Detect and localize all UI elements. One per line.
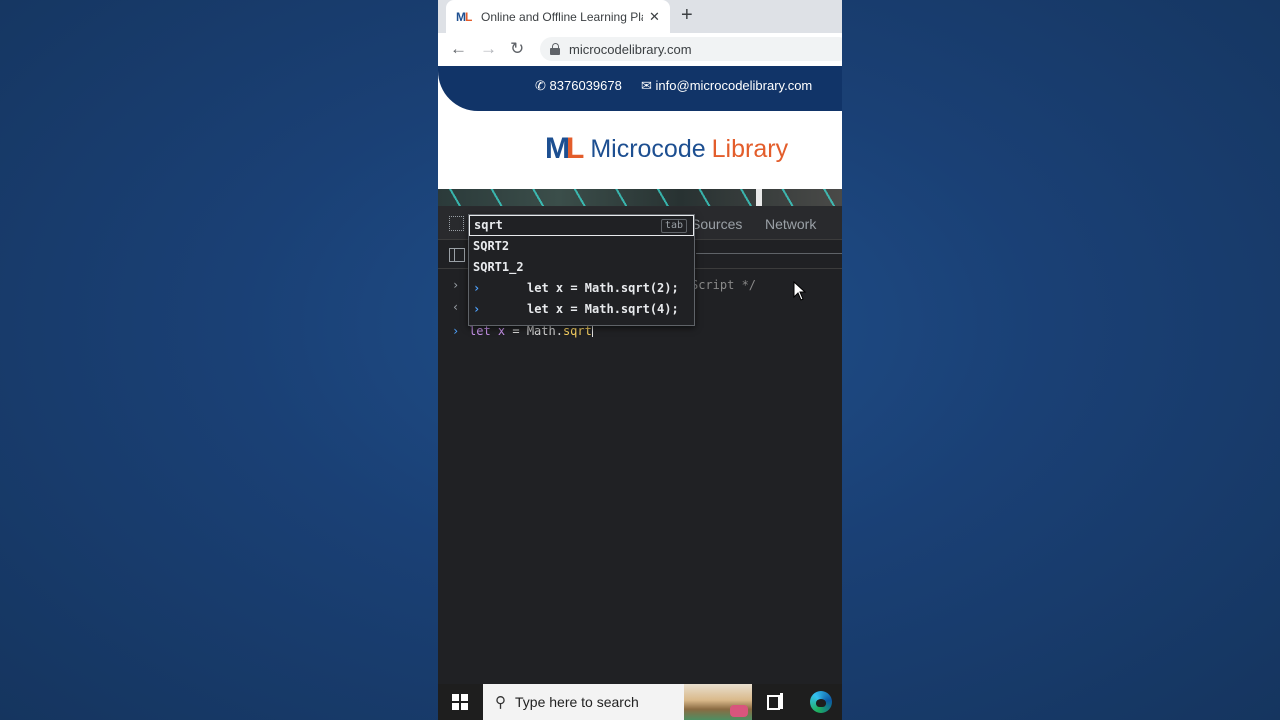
tab-sources[interactable]: Sources	[691, 216, 742, 232]
windows-start-icon[interactable]	[452, 694, 468, 710]
forward-icon[interactable]: →	[480, 39, 497, 59]
tab-favicon-icon: ML	[456, 9, 472, 24]
chevron-right-icon: ›	[452, 324, 460, 338]
logo-text-microcode: Microcode	[590, 134, 706, 163]
logo-text-library: Library	[711, 134, 789, 163]
chevron-right-icon: ›	[473, 302, 481, 316]
chevron-left-icon: ‹	[452, 300, 460, 314]
edge-browser-icon[interactable]	[810, 691, 832, 713]
windows-taskbar: ⚲ Type here to search	[438, 684, 842, 720]
chevron-right-icon: ›	[473, 281, 481, 295]
chevron-right-icon: ›	[452, 278, 460, 292]
autocomplete-item-sqrt1-2[interactable]: SQRT1_2	[469, 257, 694, 278]
phone-icon: ✆	[535, 78, 546, 93]
tab-title: Online and Offline Learning Platf	[481, 9, 643, 24]
mail-icon: ✉	[641, 78, 652, 93]
inspect-element-icon[interactable]	[449, 216, 464, 231]
email-link[interactable]: ✉ info@microcodelibrary.com	[641, 78, 812, 94]
search-highlight-image	[684, 684, 752, 720]
search-icon: ⚲	[495, 694, 506, 711]
browser-toolbar: ← → ↻ microcodelibrary.com	[438, 33, 842, 66]
tab-network[interactable]: Network	[765, 216, 816, 232]
back-icon[interactable]: ←	[450, 39, 467, 59]
search-placeholder: Type here to search	[515, 694, 639, 710]
task-view-icon[interactable]	[767, 693, 783, 710]
console-filter-input[interactable]	[696, 253, 842, 254]
taskbar-search-box[interactable]: ⚲ Type here to search	[483, 684, 752, 720]
browser-tabstrip: ML Online and Offline Learning Platf ✕ +	[438, 0, 842, 33]
contact-bar: ✆ 8376039678 ✉ info@microcodelibrary.com	[438, 66, 842, 111]
autocomplete-item-sqrt2[interactable]: SQRT2	[469, 236, 694, 257]
browser-tab[interactable]: ML Online and Offline Learning Platf ✕	[446, 0, 670, 33]
phone-link[interactable]: ✆ 8376039678	[535, 78, 622, 94]
address-bar[interactable]: microcodelibrary.com	[540, 37, 842, 61]
site-logo[interactable]: ML Microcode Library	[545, 132, 788, 166]
hero-banner	[438, 189, 842, 206]
lock-icon	[550, 43, 560, 55]
autocomplete-history-item[interactable]: › let x = Math.sqrt(4);	[469, 299, 694, 320]
new-tab-icon[interactable]: +	[681, 4, 693, 27]
screen-frame: ML Online and Offline Learning Platf ✕ +…	[438, 0, 842, 720]
autocomplete-history-item[interactable]: › let x = Math.sqrt(2);	[469, 278, 694, 299]
url-text: microcodelibrary.com	[569, 41, 692, 57]
autocomplete-popup: sqrt tab SQRT2 SQRT1_2 › let x = Math.sqr…	[468, 214, 695, 326]
tab-hint-badge: tab	[660, 219, 687, 233]
autocomplete-item-sqrt[interactable]: sqrt tab	[469, 215, 694, 236]
close-icon[interactable]: ✕	[649, 9, 660, 25]
console-sidebar-icon[interactable]	[449, 248, 465, 262]
reload-icon[interactable]: ↻	[510, 39, 524, 59]
logo-mark-icon: ML	[545, 132, 584, 165]
mouse-pointer-icon	[793, 281, 807, 301]
website-header: ✆ 8376039678 ✉ info@microcodelibrary.com…	[438, 66, 842, 206]
